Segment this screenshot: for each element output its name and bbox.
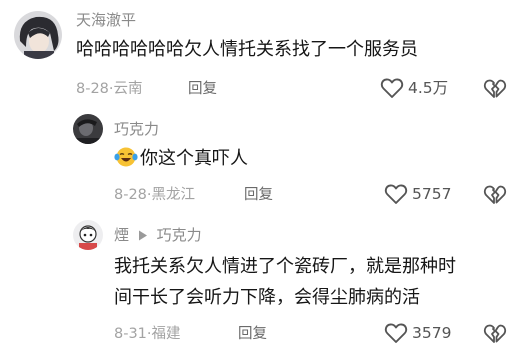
broken-heart-icon[interactable] [483, 184, 507, 206]
broken-heart-icon[interactable] [483, 78, 507, 100]
reply-header: 煙 巧克力 [114, 226, 202, 244]
reply-button[interactable]: 回复 [238, 325, 267, 343]
reply-to-username[interactable]: 巧克力 [157, 226, 202, 244]
comment-meta: 8-31·福建 [114, 325, 181, 343]
comment-location: 福建 [151, 326, 181, 342]
comment-text: 你这个真吓人 [114, 146, 248, 172]
username[interactable]: 煙 [114, 226, 129, 244]
broken-heart-icon[interactable] [483, 323, 507, 345]
username[interactable]: 巧克力 [114, 120, 159, 138]
comment-date: 8-28 [76, 81, 109, 97]
comment-location: 黑龙江 [151, 187, 196, 203]
avatar[interactable] [73, 114, 103, 144]
comment-text-line: 我托关系欠人情进了个瓷砖厂，就是那种时 [114, 256, 456, 277]
comment-date: 8-31 [114, 326, 147, 342]
comment-meta: 8-28·云南 [76, 80, 143, 98]
reply-button[interactable]: 回复 [244, 186, 273, 204]
comment-text-content: 你这个真吓人 [140, 148, 248, 169]
triangle-right-icon [138, 230, 147, 241]
like-button[interactable]: 3579 [384, 322, 464, 346]
like-button[interactable]: 5757 [384, 183, 464, 207]
comment-date: 8-28 [114, 187, 147, 203]
like-count: 4.5万 [408, 79, 449, 97]
heart-outline-icon [380, 78, 404, 98]
laughing-crying-emoji-icon [114, 147, 138, 167]
like-button[interactable]: 4.5万 [380, 77, 460, 101]
heart-outline-icon [384, 323, 408, 343]
like-count: 3579 [412, 324, 452, 342]
username[interactable]: 天海澈平 [76, 11, 136, 29]
comment-location: 云南 [113, 81, 143, 97]
comment-text: 哈哈哈哈哈哈欠人情托关系找了一个服务员 [76, 39, 418, 60]
comment-text-line: 间干长了会听力下降，会得尘肺病的活 [114, 287, 420, 308]
heart-outline-icon [384, 184, 408, 204]
avatar[interactable] [14, 11, 62, 59]
like-count: 5757 [412, 185, 452, 203]
reply-button[interactable]: 回复 [188, 80, 217, 98]
avatar[interactable] [73, 220, 103, 250]
comment-meta: 8-28·黑龙江 [114, 186, 195, 204]
